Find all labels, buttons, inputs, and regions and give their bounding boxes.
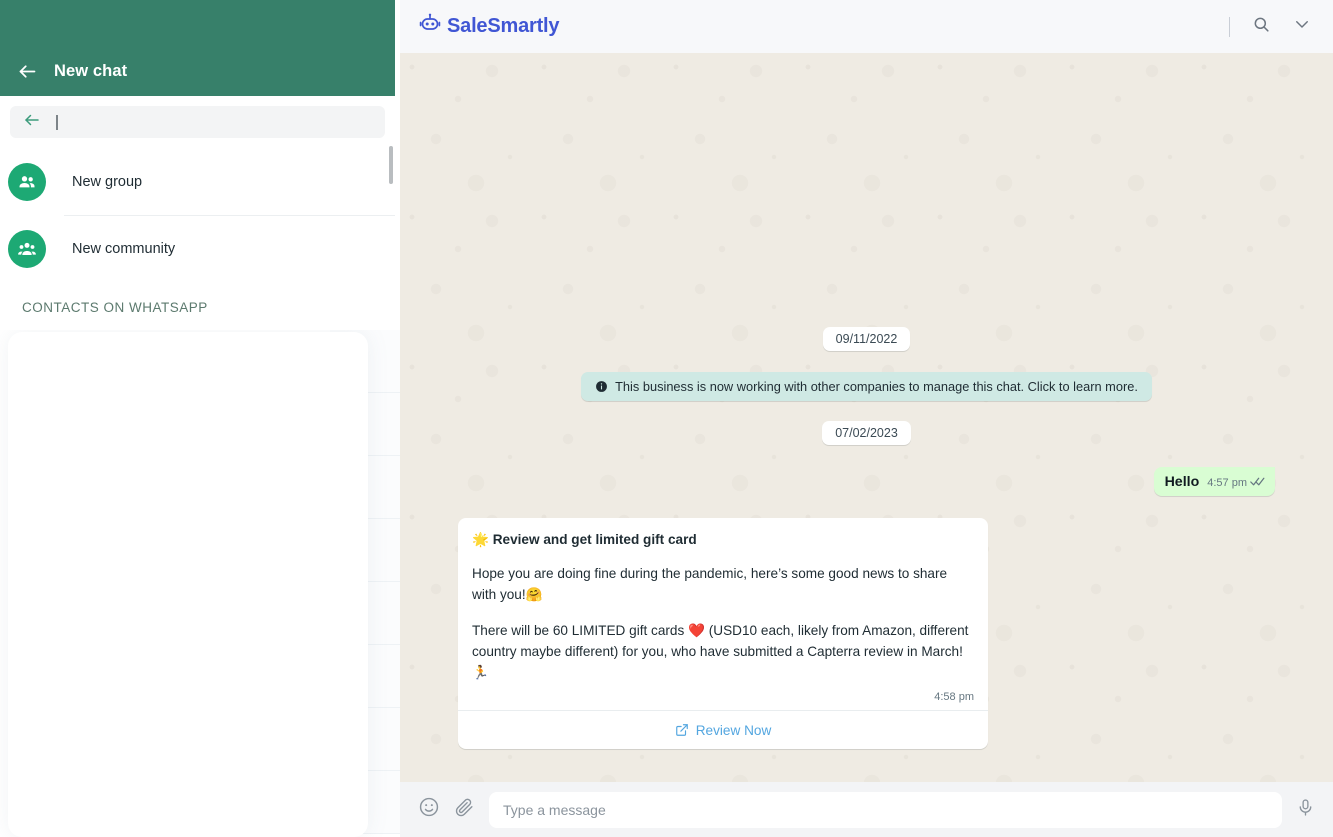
- screen: New chat New group New community CONTACT…: [0, 0, 1333, 837]
- star-emoji-icon: 🌟: [472, 532, 489, 547]
- robot-icon: [418, 12, 442, 41]
- sidebar-item-label: New group: [72, 173, 143, 190]
- back-button[interactable]: [0, 61, 54, 82]
- message-time: 4:57 pm: [1207, 477, 1247, 489]
- background-card: [8, 332, 368, 837]
- message-text: Hello: [1164, 474, 1200, 490]
- new-chat-options: New group New community: [0, 148, 395, 282]
- date-separator: 09/11/2022: [456, 327, 1277, 351]
- search-icon: [1252, 15, 1271, 39]
- group-people-icon: [8, 162, 46, 201]
- message-card-title: 🌟 Review and get limited gift card: [472, 532, 974, 548]
- new-chat-header: New chat: [0, 0, 395, 96]
- more-options-button[interactable]: [1293, 15, 1311, 38]
- message-card-body: 🌟 Review and get limited gift card Hope …: [458, 518, 988, 691]
- search-back-button[interactable]: [10, 111, 54, 134]
- message-input[interactable]: [489, 791, 1282, 828]
- review-now-button[interactable]: Review Now: [458, 710, 988, 749]
- emoji-button[interactable]: [418, 796, 440, 823]
- arrow-left-icon: [17, 61, 38, 82]
- date-separator: 07/02/2023: [456, 421, 1277, 445]
- microphone-icon: [1296, 798, 1315, 822]
- message-composer: [400, 782, 1333, 837]
- message-card-paragraph-1: Hope you are doing fine during the pande…: [472, 566, 948, 602]
- message-list: 09/11/2022 This business is now working …: [400, 53, 1333, 782]
- search-button[interactable]: [1252, 15, 1271, 39]
- chevron-down-icon: [1293, 15, 1311, 38]
- system-notice[interactable]: This business is now working with other …: [581, 372, 1152, 401]
- new-chat-panel: New chat New group New community CONTACT…: [0, 0, 395, 330]
- voice-record-button[interactable]: [1296, 798, 1315, 822]
- brand-name: SaleSmartly: [447, 15, 560, 37]
- external-link-icon: [675, 723, 689, 737]
- sidebar-item-label: New community: [72, 240, 176, 257]
- attach-button[interactable]: [454, 797, 475, 823]
- paperclip-icon: [454, 797, 475, 823]
- message-meta: 4:57 pm: [1207, 476, 1265, 490]
- message-bubble-outgoing[interactable]: Hello 4:57 pm: [1153, 467, 1275, 496]
- chat-canvas: 09/11/2022 This business is now working …: [400, 53, 1333, 782]
- search-bar: [0, 96, 395, 148]
- sidebar-scrollbar[interactable]: [389, 146, 393, 184]
- system-notice-row[interactable]: This business is now working with other …: [456, 372, 1277, 401]
- community-people-icon: [8, 229, 46, 268]
- app-topbar: SaleSmartly: [400, 0, 1333, 53]
- search-input[interactable]: [57, 106, 385, 138]
- brand-logo[interactable]: SaleSmartly: [418, 12, 560, 41]
- message-card-time: 4:58 pm: [934, 691, 974, 704]
- page-title: New chat: [54, 61, 128, 80]
- incoming-card-row: 🌟 Review and get limited gift card Hope …: [456, 518, 1277, 750]
- main-panel: SaleSmartly 09/11/2022 This business is …: [400, 0, 1333, 837]
- sidebar-item-new-community[interactable]: New community: [0, 215, 395, 282]
- topbar-divider: [1229, 16, 1230, 37]
- message-card[interactable]: 🌟 Review and get limited gift card Hope …: [458, 518, 988, 750]
- arrow-left-icon: [23, 111, 41, 134]
- info-icon: [595, 380, 608, 393]
- system-notice-text: This business is now working with other …: [615, 379, 1138, 394]
- outgoing-message-row: Hello 4:57 pm: [456, 467, 1277, 496]
- emoji-smiley-icon: [418, 796, 440, 823]
- date-pill: 07/02/2023: [822, 421, 911, 445]
- sidebar-item-new-group[interactable]: New group: [0, 148, 395, 215]
- contacts-section-header: CONTACTS ON WHATSAPP: [0, 282, 395, 315]
- topbar-actions: [1229, 15, 1311, 39]
- review-now-label: Review Now: [695, 722, 772, 738]
- message-card-paragraph-2: There will be 60 LIMITED gift cards ❤️ (…: [472, 623, 969, 680]
- date-pill: 09/11/2022: [822, 327, 911, 351]
- double-check-icon: [1250, 476, 1265, 490]
- message-card-title-text: Review and get limited gift card: [492, 532, 697, 547]
